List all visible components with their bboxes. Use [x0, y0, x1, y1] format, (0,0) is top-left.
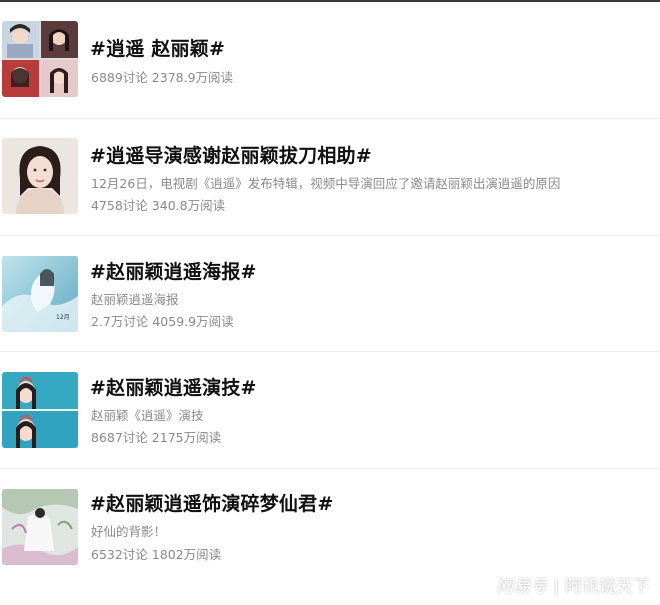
topic-stats: 6889讨论 2378.9万阅读: [91, 70, 234, 85]
topic-title[interactable]: #逍遥导演感谢赵丽颖拔刀相助#: [90, 141, 372, 168]
watermark-author: 阿讯说天下: [565, 577, 650, 597]
topic-thumbnail[interactable]: [2, 372, 78, 448]
topic-thumbnail[interactable]: [2, 489, 78, 565]
topic-description: 赵丽颖《逍遥》演技: [91, 408, 204, 423]
svg-text:12月: 12月: [56, 314, 70, 321]
topic-title[interactable]: #赵丽颖逍遥演技#: [90, 373, 257, 400]
source-watermark: 网易号 | 阿讯说天下: [496, 572, 650, 597]
topic-stats: 4758讨论 340.8万阅读: [91, 198, 226, 213]
topic-thumbnail[interactable]: [2, 21, 78, 97]
topic-stats: 2.7万讨论 4059.9万阅读: [91, 314, 234, 329]
topic-thumbnail[interactable]: [2, 138, 78, 214]
topic-title[interactable]: #逍遥 赵丽颖#: [90, 34, 225, 61]
watermark-separator: |: [553, 577, 559, 597]
two-photo-stack-icon: [2, 372, 78, 448]
topic-title[interactable]: #赵丽颖逍遥海报#: [90, 257, 257, 284]
four-photo-collage-icon: [2, 21, 78, 97]
topic-stats: 8687讨论 2175万阅读: [91, 430, 222, 445]
netease-logo: 网易号: [496, 577, 548, 597]
poster-photo-icon: 12月: [2, 256, 78, 332]
portrait-photo-icon: [2, 138, 78, 214]
scene-photo-icon: [2, 489, 78, 565]
topic-description: 12月26日，电视剧《逍遥》发布特辑，视频中导演回应了邀请赵丽颖出演逍遥的原因: [91, 176, 561, 191]
topic-stats: 6532讨论 1802万阅读: [91, 547, 222, 562]
topic-item[interactable]: 12月 #赵丽颖逍遥海报# 赵丽颖逍遥海报 2.7万讨论 4059.9万阅读: [0, 236, 660, 350]
topic-description: 好仙的背影！: [91, 524, 167, 539]
topic-item[interactable]: #逍遥导演感谢赵丽颖拔刀相助# 12月26日，电视剧《逍遥》发布特辑，视频中导演…: [0, 119, 660, 234]
topic-item[interactable]: #逍遥 赵丽颖# 6889讨论 2378.9万阅读: [0, 0, 660, 115]
topic-title[interactable]: #赵丽颖逍遥饰演碎梦仙君#: [90, 489, 333, 516]
topic-item[interactable]: #赵丽颖逍遥演技# 赵丽颖《逍遥》演技 8687讨论 2175万阅读: [0, 352, 660, 466]
topic-description: 赵丽颖逍遥海报: [91, 292, 179, 307]
topic-thumbnail[interactable]: 12月: [2, 256, 78, 332]
